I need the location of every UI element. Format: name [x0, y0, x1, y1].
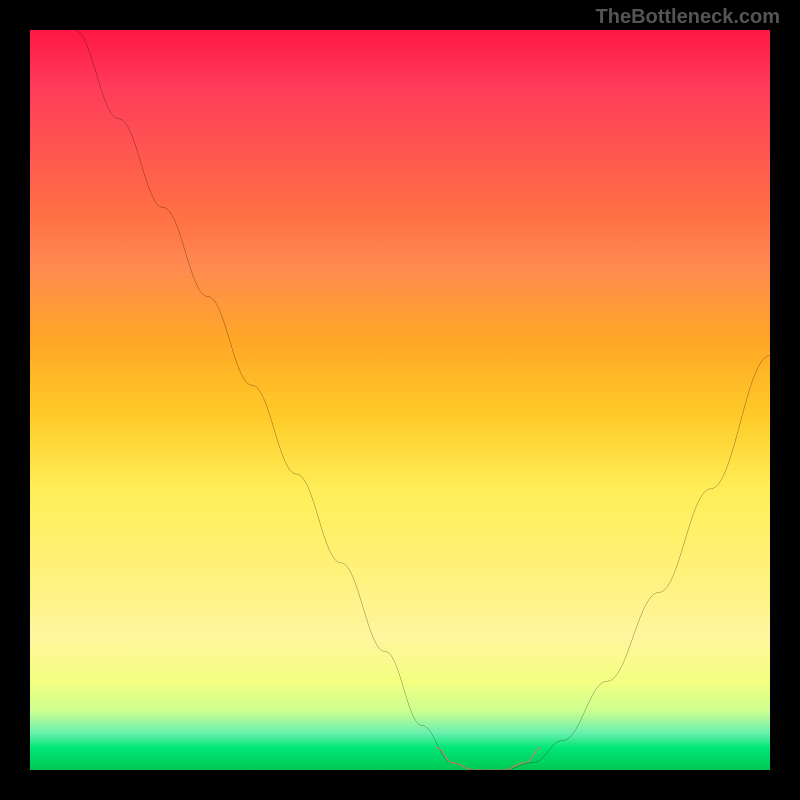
chart-plot-area — [30, 30, 770, 770]
chart-svg — [30, 30, 770, 770]
bottleneck-curve-path — [74, 30, 770, 770]
watermark-text: TheBottleneck.com — [596, 6, 780, 29]
optimal-zone-path — [437, 748, 541, 770]
